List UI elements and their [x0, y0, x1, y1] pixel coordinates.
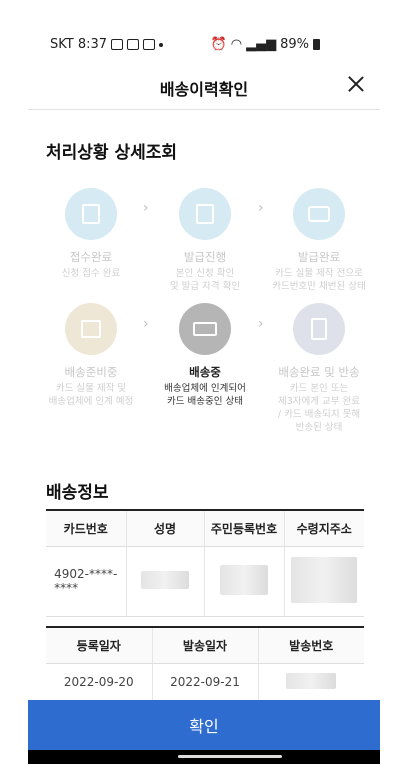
- step-label: 발급진행: [183, 250, 227, 264]
- tracking-number-cell: [257, 663, 364, 701]
- card-number-cell: 4902-****- ****: [46, 546, 126, 617]
- step-circle: [179, 303, 231, 355]
- table-row: 4902-****- ****: [46, 546, 364, 617]
- table-header-row: 카드번호 성명 주민등록번호 수령지주소: [46, 510, 364, 547]
- step-label: 발급완료: [297, 250, 341, 264]
- step-circle: [293, 188, 345, 240]
- step-desc: 본인 신청 확인 및 발급 자격 확인: [169, 268, 241, 292]
- delivery-info-table: 카드번호 성명 주민등록번호 수령지주소 4902-****- ****: [46, 509, 364, 617]
- column-header: 카드번호: [46, 510, 126, 547]
- navigation-bar: [28, 750, 380, 764]
- battery-icon: [313, 39, 320, 50]
- step-issuing: 발급진행 본인 신청 확인 및 발급 자격 확인: [150, 188, 260, 293]
- step-circle: [65, 303, 117, 355]
- table-row: 2022-09-20 2022-09-21: [46, 663, 364, 701]
- masked-name: [141, 570, 189, 589]
- media-icon: [127, 39, 140, 50]
- step-circle: [179, 188, 231, 240]
- chevron-right-icon: ›: [258, 200, 264, 216]
- step-issued: 발급완료 카드 실물 제작 전으로 카드번호만 채번된 상태: [264, 188, 374, 293]
- step-desc: 카드 실물 제작 및 배송업체에 인계 예정: [48, 383, 134, 407]
- masked-address: [291, 556, 358, 603]
- card-number: 4902-****- ****: [54, 567, 118, 595]
- step-label: 접수완료: [69, 250, 113, 264]
- step-label: 배송완료 및 반송: [278, 365, 360, 379]
- column-header: 발송번호: [257, 627, 364, 664]
- step-label: 배송중: [189, 365, 221, 379]
- battery-text: 89%: [280, 37, 309, 52]
- signal-icon: ▂▄▆: [246, 37, 277, 52]
- name-cell: [125, 546, 204, 617]
- chevron-right-icon: ›: [258, 316, 264, 332]
- status-bar-right: ⏰ ◠ ▂▄▆ 89%: [211, 37, 320, 52]
- step-preparing: 배송준비중 카드 실물 제작 및 배송업체에 인계 예정: [36, 303, 146, 408]
- card-check-icon: [308, 206, 330, 222]
- column-header: 등록일자: [46, 627, 152, 664]
- column-header: 발송일자: [151, 627, 258, 664]
- alarm-icon: ⏰: [210, 37, 227, 52]
- card-hand-icon: [311, 318, 327, 340]
- column-header: 수령지주소: [283, 510, 364, 547]
- chevron-right-icon: ›: [143, 316, 149, 332]
- step-desc: 배송업체에 인계되어 카드 배송중인 상태: [164, 383, 246, 407]
- step-desc: 카드 실물 제작 전으로 카드번호만 채번된 상태: [272, 268, 366, 292]
- column-header: 주민등록번호: [203, 510, 284, 547]
- step-desc: 신청 접수 완료: [61, 268, 121, 279]
- step-circle: [293, 303, 345, 355]
- wifi-icon: ◠: [230, 37, 243, 52]
- confirm-button[interactable]: 확인: [28, 700, 380, 750]
- sent-date: 2022-09-21: [151, 663, 258, 701]
- notification-icon: [111, 39, 124, 50]
- registered-date: 2022-09-20: [63, 675, 134, 690]
- step-shipping: 배송중 배송업체에 인계되어 카드 배송중인 상태: [150, 303, 260, 408]
- step-label: 배송준비중: [64, 365, 118, 379]
- message-icon: [143, 39, 156, 50]
- status-bar: SKT 8:37 ⏰ ◠ ▂▄▆ 89%: [0, 0, 404, 60]
- status-section-title: 처리상황 상세조회: [46, 143, 178, 163]
- page-title: 배송이력확인: [159, 80, 249, 99]
- shipment-table: 등록일자 발송일자 발송번호 2022-09-20 2022-09-21: [46, 626, 364, 701]
- address-cell: [283, 546, 364, 617]
- step-desc: 카드 본인 또는 제3자에게 교부 완료 / 카드 배송되지 못해 반송된 상태: [277, 383, 361, 433]
- step-delivered: 배송완료 및 반송 카드 본인 또는 제3자에게 교부 완료 / 카드 배송되지…: [264, 303, 374, 434]
- box-icon: [81, 320, 101, 338]
- home-indicator[interactable]: [178, 755, 282, 758]
- edit-document-icon: [82, 204, 100, 224]
- page-header: 배송이력확인: [28, 64, 380, 110]
- search-document-icon: [196, 204, 214, 224]
- truck-icon: [193, 322, 217, 336]
- masked-resident-number: [220, 564, 268, 595]
- more-dot-icon: [159, 42, 164, 47]
- close-icon[interactable]: [346, 74, 366, 94]
- resident-number-cell: [203, 546, 284, 617]
- column-header: 성명: [125, 510, 204, 547]
- step-received: 접수완료 신청 접수 완료: [36, 188, 146, 280]
- step-circle: [65, 188, 117, 240]
- delivery-section-title: 배송정보: [46, 483, 109, 503]
- masked-tracking-number: [286, 672, 337, 689]
- carrier-time: SKT 8:37: [50, 37, 108, 52]
- chevron-right-icon: ›: [143, 200, 149, 216]
- status-bar-left: SKT 8:37: [50, 37, 164, 52]
- table-header-row: 등록일자 발송일자 발송번호: [46, 627, 364, 664]
